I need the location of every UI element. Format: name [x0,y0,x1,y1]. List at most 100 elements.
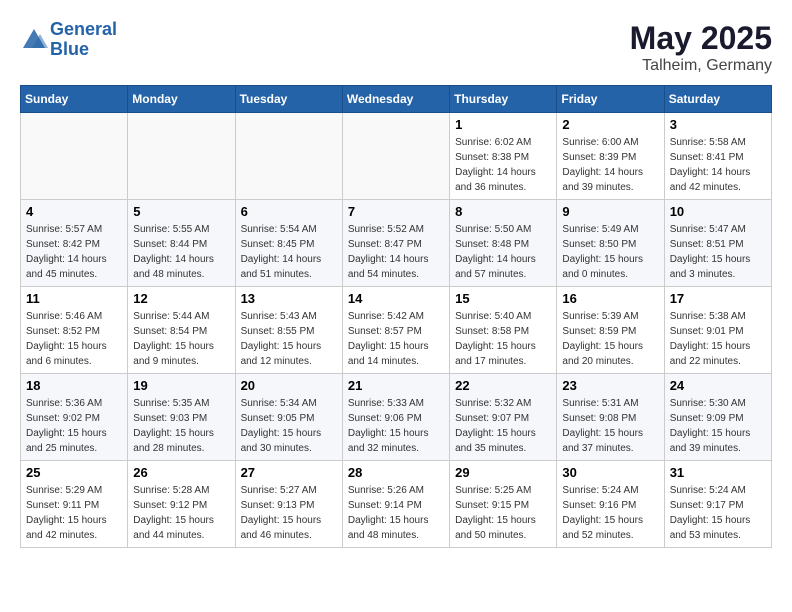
page-header: General Blue May 2025 Talheim, Germany [20,20,772,75]
logo-text: General Blue [50,20,117,60]
day-number: 4 [26,204,122,219]
calendar-cell: 27 Sunrise: 5:27 AM Sunset: 9:13 PM Dayli… [235,461,342,548]
weekday-header: Wednesday [342,86,449,113]
day-number: 23 [562,378,658,393]
calendar-cell: 21 Sunrise: 5:33 AM Sunset: 9:06 PM Dayli… [342,374,449,461]
day-number: 12 [133,291,229,306]
location: Talheim, Germany [630,57,772,75]
logo-general: General [50,19,117,39]
weekday-header: Saturday [664,86,771,113]
calendar-cell: 4 Sunrise: 5:57 AM Sunset: 8:42 PM Daylig… [21,200,128,287]
day-info: Sunrise: 5:24 AM Sunset: 9:16 PM Dayligh… [562,483,658,543]
calendar-week-row: 18 Sunrise: 5:36 AM Sunset: 9:02 PM Dayli… [21,374,772,461]
calendar-cell: 5Sunrise: 5:55 AM Sunset: 8:44 PM Daylig… [128,200,235,287]
calendar-cell: 30 Sunrise: 5:24 AM Sunset: 9:16 PM Dayli… [557,461,664,548]
day-info: Sunrise: 5:33 AM Sunset: 9:06 PM Dayligh… [348,396,444,456]
day-info: Sunrise: 5:27 AM Sunset: 9:13 PM Dayligh… [241,483,337,543]
calendar-cell: 22 Sunrise: 5:32 AM Sunset: 9:07 PM Dayli… [450,374,557,461]
calendar-cell: 28 Sunrise: 5:26 AM Sunset: 9:14 PM Dayli… [342,461,449,548]
day-number: 2 [562,117,658,132]
day-info: Sunrise: 6:00 AM Sunset: 8:39 PM Dayligh… [562,135,658,195]
weekday-header: Monday [128,86,235,113]
day-number: 9 [562,204,658,219]
calendar-header: SundayMondayTuesdayWednesdayThursdayFrid… [21,86,772,113]
calendar-cell: 24 Sunrise: 5:30 AM Sunset: 9:09 PM Dayli… [664,374,771,461]
day-info: Sunrise: 5:29 AM Sunset: 9:11 PM Dayligh… [26,483,122,543]
day-number: 22 [455,378,551,393]
day-number: 6 [241,204,337,219]
day-number: 29 [455,465,551,480]
day-info: Sunrise: 5:49 AM Sunset: 8:50 PM Dayligh… [562,222,658,282]
weekday-header: Thursday [450,86,557,113]
calendar-cell: 7Sunrise: 5:52 AM Sunset: 8:47 PM Daylig… [342,200,449,287]
day-info: Sunrise: 5:43 AM Sunset: 8:55 PM Dayligh… [241,309,337,369]
calendar-cell: 31Sunrise: 5:24 AM Sunset: 9:17 PM Dayli… [664,461,771,548]
calendar-cell: 13Sunrise: 5:43 AM Sunset: 8:55 PM Dayli… [235,287,342,374]
calendar-cell: 17 Sunrise: 5:38 AM Sunset: 9:01 PM Dayli… [664,287,771,374]
day-info: Sunrise: 5:44 AM Sunset: 8:54 PM Dayligh… [133,309,229,369]
day-info: Sunrise: 5:42 AM Sunset: 8:57 PM Dayligh… [348,309,444,369]
calendar-cell: 11 Sunrise: 5:46 AM Sunset: 8:52 PM Dayli… [21,287,128,374]
calendar-cell [21,113,128,200]
calendar-cell: 8Sunrise: 5:50 AM Sunset: 8:48 PM Daylig… [450,200,557,287]
day-number: 3 [670,117,766,132]
calendar-body: 1Sunrise: 6:02 AM Sunset: 8:38 PM Daylig… [21,113,772,548]
day-info: Sunrise: 5:25 AM Sunset: 9:15 PM Dayligh… [455,483,551,543]
calendar-cell: 26Sunrise: 5:28 AM Sunset: 9:12 PM Dayli… [128,461,235,548]
day-info: Sunrise: 5:57 AM Sunset: 8:42 PM Dayligh… [26,222,122,282]
day-number: 16 [562,291,658,306]
calendar-week-row: 25 Sunrise: 5:29 AM Sunset: 9:11 PM Dayli… [21,461,772,548]
day-info: Sunrise: 5:50 AM Sunset: 8:48 PM Dayligh… [455,222,551,282]
day-number: 25 [26,465,122,480]
day-number: 18 [26,378,122,393]
day-info: Sunrise: 5:46 AM Sunset: 8:52 PM Dayligh… [26,309,122,369]
day-number: 27 [241,465,337,480]
calendar-cell: 29 Sunrise: 5:25 AM Sunset: 9:15 PM Dayli… [450,461,557,548]
day-number: 10 [670,204,766,219]
month-title: May 2025 [630,20,772,57]
calendar-week-row: 4 Sunrise: 5:57 AM Sunset: 8:42 PM Daylig… [21,200,772,287]
logo-blue: Blue [50,39,89,59]
day-info: Sunrise: 5:26 AM Sunset: 9:14 PM Dayligh… [348,483,444,543]
calendar-cell: 14 Sunrise: 5:42 AM Sunset: 8:57 PM Dayli… [342,287,449,374]
calendar-cell: 6Sunrise: 5:54 AM Sunset: 8:45 PM Daylig… [235,200,342,287]
day-number: 20 [241,378,337,393]
day-info: Sunrise: 5:36 AM Sunset: 9:02 PM Dayligh… [26,396,122,456]
day-info: Sunrise: 5:35 AM Sunset: 9:03 PM Dayligh… [133,396,229,456]
calendar-week-row: 1Sunrise: 6:02 AM Sunset: 8:38 PM Daylig… [21,113,772,200]
day-number: 19 [133,378,229,393]
day-number: 14 [348,291,444,306]
day-info: Sunrise: 5:34 AM Sunset: 9:05 PM Dayligh… [241,396,337,456]
calendar-cell: 18 Sunrise: 5:36 AM Sunset: 9:02 PM Dayli… [21,374,128,461]
calendar-cell: 3 Sunrise: 5:58 AM Sunset: 8:41 PM Daylig… [664,113,771,200]
day-number: 30 [562,465,658,480]
day-info: Sunrise: 5:55 AM Sunset: 8:44 PM Dayligh… [133,222,229,282]
weekday-header: Sunday [21,86,128,113]
day-number: 24 [670,378,766,393]
calendar-table: SundayMondayTuesdayWednesdayThursdayFrid… [20,85,772,548]
day-info: Sunrise: 5:39 AM Sunset: 8:59 PM Dayligh… [562,309,658,369]
day-info: Sunrise: 5:52 AM Sunset: 8:47 PM Dayligh… [348,222,444,282]
day-info: Sunrise: 5:30 AM Sunset: 9:09 PM Dayligh… [670,396,766,456]
day-info: Sunrise: 5:58 AM Sunset: 8:41 PM Dayligh… [670,135,766,195]
day-info: Sunrise: 5:24 AM Sunset: 9:17 PM Dayligh… [670,483,766,543]
weekday-header: Tuesday [235,86,342,113]
title-block: May 2025 Talheim, Germany [630,20,772,75]
calendar-cell [342,113,449,200]
day-info: Sunrise: 5:28 AM Sunset: 9:12 PM Dayligh… [133,483,229,543]
calendar-cell: 9 Sunrise: 5:49 AM Sunset: 8:50 PM Daylig… [557,200,664,287]
day-number: 21 [348,378,444,393]
calendar-cell: 15Sunrise: 5:40 AM Sunset: 8:58 PM Dayli… [450,287,557,374]
day-info: Sunrise: 5:38 AM Sunset: 9:01 PM Dayligh… [670,309,766,369]
calendar-cell [128,113,235,200]
calendar-cell: 10Sunrise: 5:47 AM Sunset: 8:51 PM Dayli… [664,200,771,287]
logo-icon [20,26,48,54]
day-number: 17 [670,291,766,306]
weekday-header: Friday [557,86,664,113]
day-number: 11 [26,291,122,306]
day-info: Sunrise: 5:32 AM Sunset: 9:07 PM Dayligh… [455,396,551,456]
day-number: 28 [348,465,444,480]
logo: General Blue [20,20,117,60]
calendar-week-row: 11 Sunrise: 5:46 AM Sunset: 8:52 PM Dayli… [21,287,772,374]
day-info: Sunrise: 5:31 AM Sunset: 9:08 PM Dayligh… [562,396,658,456]
